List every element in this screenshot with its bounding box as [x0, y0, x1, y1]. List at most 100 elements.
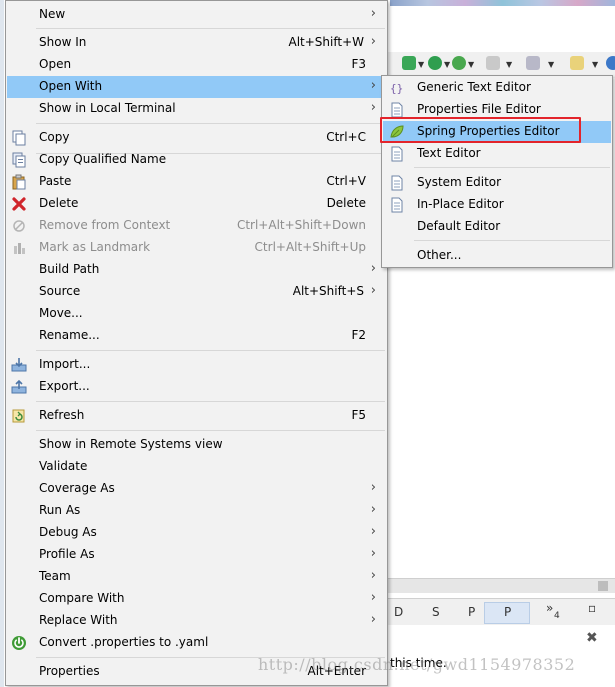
menu-separator [36, 401, 385, 402]
document-icon [389, 146, 405, 162]
menu-item-export[interactable]: Export... [7, 376, 386, 398]
import-icon [11, 357, 27, 373]
bottom-view-tabs: D S P P » 4 ▫ [388, 598, 615, 625]
menu-item-build-path[interactable]: Build Path › [7, 259, 386, 281]
menu-item-label: Rename... [39, 328, 100, 342]
menu-item-new[interactable]: New › [7, 4, 386, 26]
copy-qualified-icon [11, 152, 27, 168]
submenu-item-label: System Editor [417, 175, 502, 189]
menu-item-shortcut: F2 [351, 328, 366, 342]
menu-item-show-in[interactable]: Show In Alt+Shift+W › [7, 32, 386, 54]
close-icon[interactable]: ✖ [586, 630, 598, 646]
menu-item-copy[interactable]: Copy Ctrl+C [7, 127, 386, 149]
toolbar-run-icon[interactable] [402, 56, 416, 70]
menu-separator [36, 430, 385, 431]
submenu-item-generic-text-editor[interactable]: {} Generic Text Editor [383, 77, 611, 99]
svg-text:{}: {} [390, 82, 403, 95]
menu-item-shortcut: Ctrl+V [326, 174, 366, 188]
menu-item-rename[interactable]: Rename... F2 [7, 325, 386, 347]
minimize-icon[interactable]: ▫ [588, 601, 596, 615]
menu-item-move[interactable]: Move... [7, 303, 386, 325]
menu-item-coverage-as[interactable]: Coverage As › [7, 478, 386, 500]
view-tab[interactable]: P [468, 605, 475, 619]
menu-item-label: Show in Remote Systems view [39, 437, 223, 451]
document-icon [389, 175, 405, 191]
toolbar-coverage-icon[interactable] [452, 56, 466, 70]
toolbar-dropdown-icon[interactable]: ▼ [592, 60, 598, 69]
view-tab[interactable]: S [432, 605, 440, 619]
toolbar-dropdown-icon[interactable]: ▼ [418, 60, 424, 69]
toolbar-tools-icon[interactable] [526, 56, 540, 70]
menu-item-refresh[interactable]: Refresh F5 [7, 405, 386, 427]
menu-item-profile-as[interactable]: Profile As › [7, 544, 386, 566]
submenu-arrow-icon: › [370, 502, 376, 517]
spring-power-icon [11, 635, 27, 651]
submenu-item-other[interactable]: Other... [383, 245, 611, 267]
submenu-item-in-place-editor[interactable]: In-Place Editor [383, 194, 611, 216]
menu-item-open[interactable]: Open F3 [7, 54, 386, 76]
submenu-arrow-icon: › [370, 590, 376, 605]
menu-item-open-with[interactable]: Open With › [7, 76, 386, 98]
menu-item-label: Team [39, 569, 71, 583]
submenu-item-system-editor[interactable]: System Editor [383, 172, 611, 194]
open-with-submenu: {} Generic Text Editor Properties File Edi… [381, 75, 613, 268]
submenu-arrow-icon: › [370, 6, 376, 21]
submenu-arrow-icon: › [370, 261, 376, 276]
menu-item-copy-qualified-name[interactable]: Copy Qualified Name [7, 149, 386, 171]
menu-item-paste[interactable]: Paste Ctrl+V [7, 171, 386, 193]
toolbar-debug-icon[interactable] [428, 56, 442, 70]
submenu-item-default-editor[interactable]: Default Editor [383, 216, 611, 238]
menu-item-label: Import... [39, 357, 91, 371]
menu-item-label: Show in Local Terminal [39, 101, 176, 115]
menu-item-run-as[interactable]: Run As › [7, 500, 386, 522]
menu-item-source[interactable]: Source Alt+Shift+S › [7, 281, 386, 303]
menu-item-compare-with[interactable]: Compare With › [7, 588, 386, 610]
menu-item-label: Copy [39, 130, 70, 144]
menu-item-delete[interactable]: Delete Delete [7, 193, 386, 215]
submenu-arrow-icon: › [370, 78, 376, 93]
menu-item-label: Convert .properties to .yaml [39, 635, 209, 649]
menu-item-remove-from-context: Remove from Context Ctrl+Alt+Shift+Down [7, 215, 386, 237]
menu-item-shortcut: Alt+Shift+S [292, 284, 364, 298]
menu-item-show-in-local-terminal[interactable]: Show in Local Terminal › [7, 98, 386, 120]
horizontal-scrollbar[interactable] [388, 578, 615, 593]
submenu-separator [414, 240, 610, 241]
more-views-icon[interactable]: » [546, 601, 553, 615]
toolbar-dropdown-icon[interactable]: ▼ [548, 60, 554, 69]
menu-item-label: Mark as Landmark [39, 240, 151, 254]
generic-text-editor-icon: {} [389, 80, 405, 96]
copy-icon [11, 130, 27, 146]
view-tab[interactable]: D [394, 605, 403, 619]
menu-item-label: Profile As [39, 547, 95, 561]
document-icon [389, 197, 405, 213]
menu-item-debug-as[interactable]: Debug As › [7, 522, 386, 544]
toolbar-perspective-icon[interactable] [606, 56, 615, 70]
submenu-arrow-icon: › [370, 546, 376, 561]
menu-item-convert-properties-to-yaml[interactable]: Convert .properties to .yaml [7, 632, 386, 654]
menu-item-team[interactable]: Team › [7, 566, 386, 588]
menu-item-label: Export... [39, 379, 90, 393]
menu-item-show-in-remote-systems-view[interactable]: Show in Remote Systems view [7, 434, 386, 456]
window-title-strip [390, 0, 615, 6]
submenu-arrow-icon: › [370, 612, 376, 627]
menu-item-validate[interactable]: Validate [7, 456, 386, 478]
toolbar-new-icon[interactable] [570, 56, 584, 70]
view-tab[interactable]: P [504, 605, 511, 619]
menu-item-replace-with[interactable]: Replace With › [7, 610, 386, 632]
toolbar-dropdown-icon[interactable]: ▼ [444, 60, 450, 69]
submenu-arrow-icon: › [370, 568, 376, 583]
menu-item-import[interactable]: Import... [7, 354, 386, 376]
submenu-item-text-editor[interactable]: Text Editor [383, 143, 611, 165]
toolbar-stop-icon[interactable] [486, 56, 500, 70]
submenu-item-label: Default Editor [417, 219, 501, 233]
menu-separator [36, 28, 385, 29]
menu-item-shortcut: Delete [326, 196, 366, 210]
submenu-item-label: Text Editor [417, 146, 481, 160]
toolbar-dropdown-icon[interactable]: ▼ [506, 60, 512, 69]
refresh-icon [11, 408, 27, 424]
toolbar-dropdown-icon[interactable]: ▼ [468, 60, 474, 69]
scrollbar-thumb[interactable] [598, 581, 608, 591]
menu-item-shortcut: Alt+Shift+W [288, 35, 365, 49]
more-views-count: 4 [554, 611, 560, 621]
submenu-item-label: Other... [417, 248, 462, 262]
